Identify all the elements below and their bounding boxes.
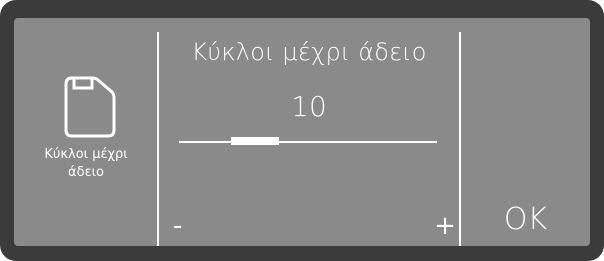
display-screen: Κύκλοι μέχρι άδειο Κύκλοι μέχρι άδειο 10… [14,18,590,246]
setting-label: Κύκλοι μέχρι άδειο [16,146,156,182]
setting-label-line2: άδειο [68,165,104,180]
setting-label-line1: Κύκλοι μέχρι [44,147,128,162]
setting-icon-panel: Κύκλοι μέχρι άδειο [14,18,157,246]
value-slider-thumb[interactable] [231,137,279,145]
value-slider-track[interactable] [179,141,437,143]
setting-title: Κύκλοι μέχρι άδειο [191,38,427,66]
setting-value: 10 [291,90,327,123]
canister-icon [64,76,116,138]
decrease-button[interactable]: - [173,210,197,242]
ok-button[interactable]: OK [461,194,590,246]
value-panel: Κύκλοι μέχρι άδειο 10 - + [159,18,459,246]
increase-button[interactable]: + [433,210,457,242]
